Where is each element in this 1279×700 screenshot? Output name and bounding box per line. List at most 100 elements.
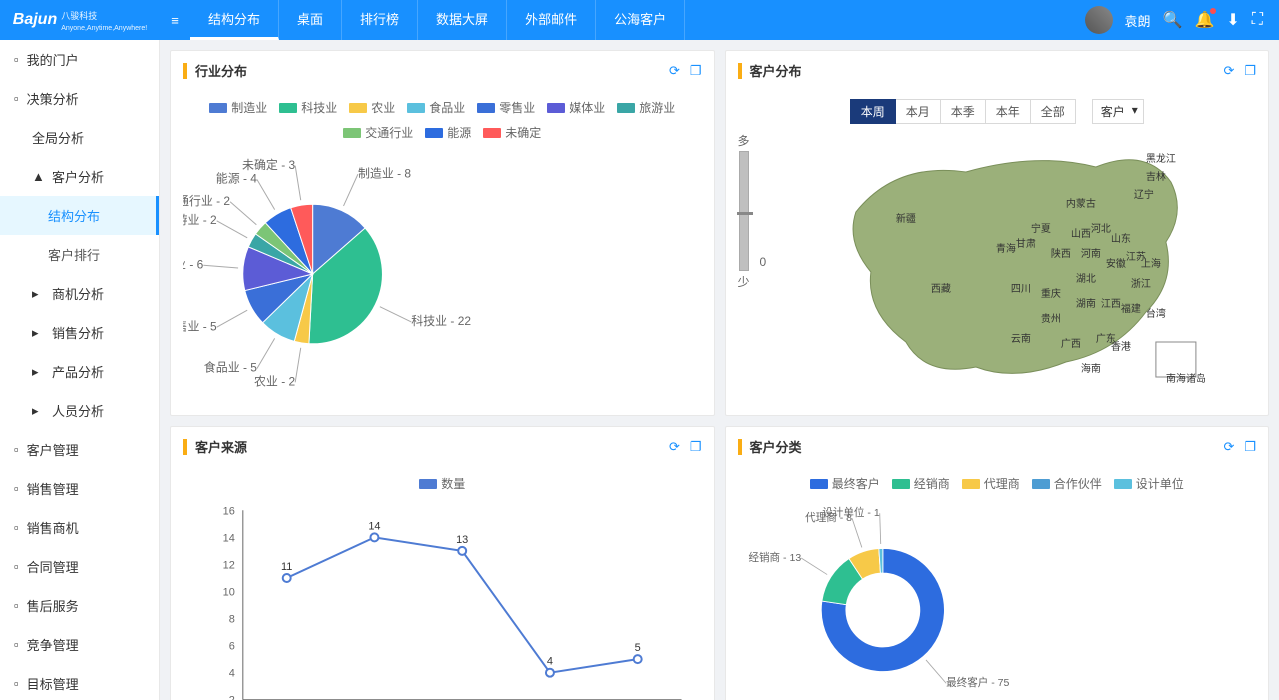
- refresh-icon[interactable]: ⟳: [669, 63, 680, 79]
- caret-icon: ▸: [32, 286, 40, 302]
- sidebar-item-10[interactable]: ▫客户管理: [0, 430, 159, 469]
- target-icon: ▫: [14, 520, 19, 535]
- legend-item[interactable]: 交通行业: [343, 124, 413, 141]
- region-select[interactable]: 客户 ▾: [1092, 99, 1144, 124]
- sidebar-item-15[interactable]: ▫竞争管理: [0, 625, 159, 664]
- svg-text:交通行业 - 2: 交通行业 - 2: [183, 193, 230, 208]
- svg-text:4: 4: [547, 656, 553, 668]
- legend-item[interactable]: 经销商: [892, 475, 950, 492]
- legend-item[interactable]: 旅游业: [617, 99, 675, 116]
- tab-2[interactable]: 排行榜: [342, 0, 418, 40]
- sidebar-item-0[interactable]: ▫我的门户: [0, 40, 159, 79]
- service-icon: ▫: [14, 598, 19, 613]
- industry-legend: 制造业科技业农业食品业零售业媒体业旅游业交通行业能源未确定: [183, 99, 702, 141]
- sidebar-item-16[interactable]: ▫目标管理: [0, 664, 159, 700]
- industry-pie: 制造业 - 8科技业 - 22农业 - 2食品业 - 5零售业 - 5媒体业 -…: [183, 149, 702, 399]
- filter-3[interactable]: 本年: [986, 99, 1031, 124]
- bell-icon[interactable]: 🔔: [1194, 10, 1214, 30]
- legend-item[interactable]: 科技业: [279, 99, 337, 116]
- refresh-icon[interactable]: ⟳: [1223, 439, 1234, 455]
- svg-text:科技业 - 22: 科技业 - 22: [411, 314, 471, 328]
- download-icon[interactable]: ⬇: [1226, 10, 1239, 30]
- sidebar-item-1[interactable]: ▫决策分析: [0, 79, 159, 118]
- maximize-icon[interactable]: ❐: [690, 439, 702, 455]
- panel-title: 客户分布: [750, 61, 1224, 80]
- panel-title-bar: [183, 63, 187, 79]
- svg-text:湖南: 湖南: [1076, 297, 1096, 310]
- user-name[interactable]: 袁朗: [1125, 11, 1151, 30]
- menu-toggle-icon[interactable]: ≡: [160, 13, 190, 28]
- svg-text:浙江: 浙江: [1131, 278, 1151, 290]
- building-icon: ▫: [14, 442, 19, 457]
- legend-item[interactable]: 能源: [425, 124, 471, 141]
- legend-item[interactable]: 设计单位: [1114, 475, 1184, 492]
- legend-item[interactable]: 代理商: [962, 475, 1020, 492]
- legend-item[interactable]: 食品业: [407, 99, 465, 116]
- expand-icon[interactable]: ⛶: [1252, 11, 1263, 29]
- svg-text:2: 2: [229, 695, 235, 700]
- sidebar-item-11[interactable]: ▫销售管理: [0, 469, 159, 508]
- tab-4[interactable]: 外部邮件: [507, 0, 596, 40]
- legend-item[interactable]: 数量: [419, 475, 465, 492]
- legend-item[interactable]: 零售业: [477, 99, 535, 116]
- svg-text:福建: 福建: [1121, 302, 1141, 315]
- maximize-icon[interactable]: ❐: [1244, 63, 1256, 79]
- filter-4[interactable]: 全部: [1031, 99, 1076, 124]
- sidebar-item-12[interactable]: ▫销售商机: [0, 508, 159, 547]
- svg-text:11: 11: [281, 561, 292, 573]
- sidebar-item-2[interactable]: 全局分析: [0, 118, 159, 157]
- legend-item[interactable]: 农业: [349, 99, 395, 116]
- chevron-down-icon: ▾: [1132, 103, 1138, 117]
- svg-text:制造业 - 8: 制造业 - 8: [358, 166, 411, 180]
- refresh-icon[interactable]: ⟳: [669, 439, 680, 455]
- tab-3[interactable]: 数据大屏: [418, 0, 507, 40]
- refresh-icon[interactable]: ⟳: [1223, 63, 1234, 79]
- china-map[interactable]: 黑龙江吉林辽宁新疆内蒙古宁夏山西河北山东青海甘肃陕西河南安徽江苏上海西藏四川重庆…: [776, 132, 1256, 392]
- sidebar-item-7[interactable]: ▸销售分析: [0, 313, 159, 352]
- sidebar-item-14[interactable]: ▫售后服务: [0, 586, 159, 625]
- search-icon[interactable]: 🔍: [1163, 10, 1183, 30]
- filter-1[interactable]: 本月: [896, 99, 941, 124]
- svg-text:吉林: 吉林: [1146, 170, 1166, 183]
- sidebar-item-3[interactable]: ▲客户分析: [0, 157, 159, 196]
- svg-text:5: 5: [635, 642, 641, 654]
- sidebar-item-6[interactable]: ▸商机分析: [0, 274, 159, 313]
- svg-text:山西: 山西: [1071, 228, 1091, 240]
- panel-region: 客户分布 ⟳ ❐ 本周本月本季本年全部 客户 ▾: [725, 50, 1270, 416]
- maximize-icon[interactable]: ❐: [1244, 439, 1256, 455]
- sidebar-item-13[interactable]: ▫合同管理: [0, 547, 159, 586]
- avatar[interactable]: [1085, 6, 1113, 34]
- legend-item[interactable]: 未确定: [483, 124, 541, 141]
- svg-text:四川: 四川: [1011, 284, 1031, 295]
- panel-title: 行业分布: [195, 61, 669, 80]
- legend-item[interactable]: 合作伙伴: [1032, 475, 1102, 492]
- handshake-icon: ▫: [14, 481, 19, 496]
- svg-text:黑龙江: 黑龙江: [1146, 152, 1176, 165]
- svg-text:云南: 云南: [1011, 332, 1031, 345]
- legend-item[interactable]: 制造业: [209, 99, 267, 116]
- logo: Bajun 八骏科技 Anyone,Anytime,Anywhere!: [0, 0, 160, 40]
- sidebar-item-5[interactable]: 客户排行: [0, 235, 159, 274]
- tab-1[interactable]: 桌面: [279, 0, 342, 40]
- svg-text:食品业 - 5: 食品业 - 5: [204, 360, 257, 375]
- svg-text:南海诸岛: 南海诸岛: [1166, 372, 1206, 385]
- legend-item[interactable]: 媒体业: [547, 99, 605, 116]
- maximize-icon[interactable]: ❐: [690, 63, 702, 79]
- sidebar-item-4[interactable]: 结构分布: [0, 196, 159, 235]
- sidebar: ▫我的门户▫决策分析全局分析▲客户分析结构分布客户排行▸商机分析▸销售分析▸产品…: [0, 40, 160, 700]
- svg-text:旅游业 - 2: 旅游业 - 2: [183, 213, 217, 227]
- legend-item[interactable]: 最终客户: [810, 475, 880, 492]
- panel-title: 客户分类: [750, 437, 1224, 456]
- svg-text:10: 10: [223, 586, 235, 598]
- sidebar-item-8[interactable]: ▸产品分析: [0, 352, 159, 391]
- caret-icon: ▸: [32, 364, 40, 380]
- svg-text:上海: 上海: [1141, 257, 1161, 270]
- tab-0[interactable]: 结构分布: [190, 0, 279, 40]
- filter-0[interactable]: 本周: [850, 99, 896, 124]
- sidebar-item-9[interactable]: ▸人员分析: [0, 391, 159, 430]
- svg-text:陕西: 陕西: [1051, 247, 1071, 260]
- svg-text:14: 14: [368, 520, 380, 532]
- svg-text:山东: 山东: [1111, 232, 1131, 245]
- filter-2[interactable]: 本季: [941, 99, 986, 124]
- tab-5[interactable]: 公海客户: [596, 0, 685, 40]
